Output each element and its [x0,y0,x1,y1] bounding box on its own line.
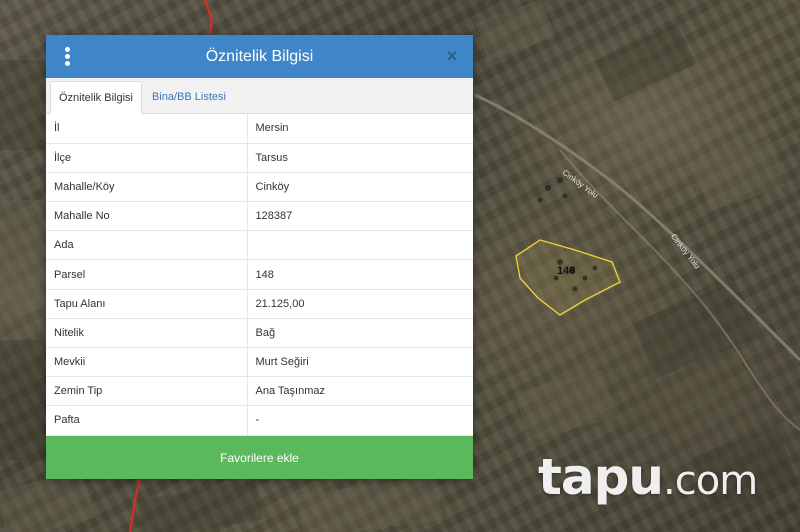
dialog-title: Öznitelik Bilgisi [205,47,314,65]
table-row: İl Mersin [46,114,473,144]
attribute-key: Parsel [46,259,248,290]
attribute-key: Mahalle/Köy [46,172,248,203]
attribute-value: 128387 [247,201,473,232]
attribute-value: Cinköy [247,172,473,203]
district-boundary-line [203,0,214,35]
watermark-sub-text: .com [663,458,758,504]
attribute-table: İl Mersin İlçe Tarsus Mahalle/Köy Cinköy Mahal… [46,114,473,436]
attribute-value: - [247,405,473,436]
attribute-value: 21.125,00 [247,289,473,319]
table-row: Tapu Alanı 21.125,00 [46,289,473,319]
table-row: İlçe Tarsus [46,143,473,173]
attribute-key: İlçe [46,143,248,173]
attribute-value: 148 [247,259,473,290]
dialog-header: Öznitelik Bilgisi × [46,35,473,78]
table-row: Zemin Tip Ana Taşınmaz [46,376,473,407]
table-row: Nitelik Bağ [46,318,473,349]
attribute-key: Zemin Tip [46,376,248,407]
dirt-road-upper [474,93,800,362]
attribute-value [247,230,473,261]
attribute-key: Nitelik [46,318,248,349]
attribute-key: Tapu Alanı [46,289,248,319]
tab-building-list[interactable]: Bina/BB Listesi [142,80,234,113]
close-icon[interactable]: × [442,46,462,66]
add-to-favorites-button[interactable]: Favorilere ekle [46,436,473,479]
table-row: Pafta - [46,405,473,436]
attribute-value: Mersin [247,114,473,144]
table-row: Mahalle/Köy Cinköy [46,172,473,203]
parcel-number-label: 148 [557,265,576,277]
tab-attribute-info[interactable]: Öznitelik Bilgisi [50,81,142,114]
table-row: Mahalle No 128387 [46,201,473,232]
table-row: Mevkii Murt Seğiri [46,347,473,378]
attribute-key: Pafta [46,405,248,436]
attribute-value: Ana Taşınmaz [247,376,473,407]
attribute-value: Tarsus [247,143,473,173]
dialog-tabs: Öznitelik Bilgisi Bina/BB Listesi [46,78,473,114]
table-row: Parsel 148 [46,259,473,290]
attribute-key: İl [46,114,248,144]
attribute-value: Bağ [247,318,473,349]
table-row: Ada [46,230,473,261]
parcel-polygon[interactable] [515,239,621,316]
vertical-dots-icon[interactable] [61,47,73,66]
watermark-main-text: tapu [538,448,664,506]
attribute-key: Mahalle No [46,201,248,232]
attribute-key: Mevkii [46,347,248,378]
attribute-value: Murt Seğiri [247,347,473,378]
tapu-watermark-logo: tapu .com [538,448,778,512]
attribute-info-dialog: Öznitelik Bilgisi × Öznitelik Bilgisi Bi… [46,35,473,479]
attribute-key: Ada [46,230,248,261]
